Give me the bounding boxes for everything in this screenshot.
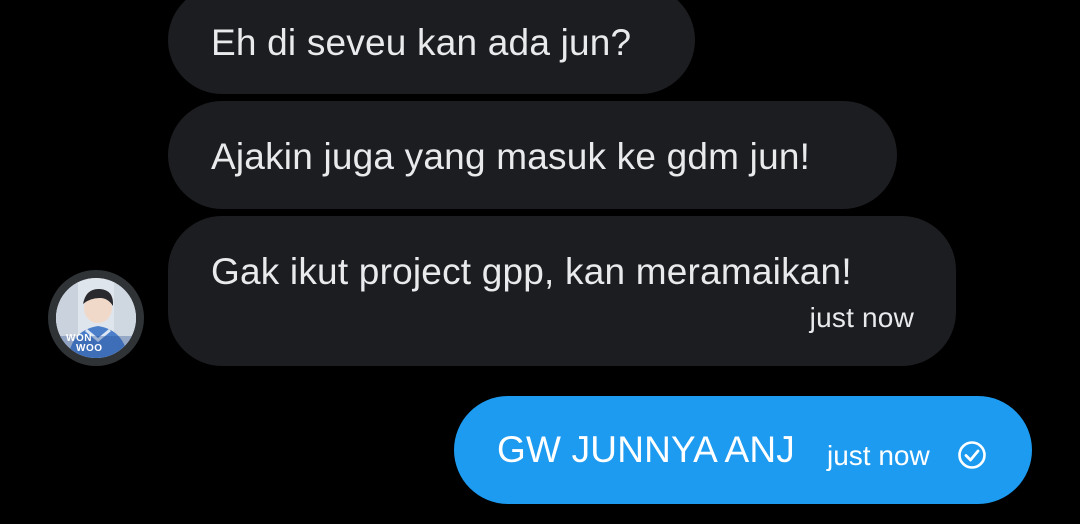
message-text: GW JUNNYA ANJ [497,429,795,470]
message-text: Ajakin juga yang masuk ke gdm jun! [211,136,811,177]
check-circle-icon [958,441,986,469]
message-text: Eh di seveu kan ada jun? [211,22,632,63]
received-message[interactable]: Gak ikut project gpp, kan meramaikan! ju… [168,216,956,366]
message-timestamp: just now [809,302,914,333]
message-text: Gak ikut project gpp, kan meramaikan! [211,251,852,292]
received-message[interactable]: Eh di seveu kan ada jun? [168,0,695,94]
dm-conversation: Eh di seveu kan ada jun? Ajakin juga yan… [0,0,1080,524]
sent-message[interactable]: GW JUNNYA ANJ just now [454,396,1032,504]
received-message[interactable]: Ajakin juga yang masuk ke gdm jun! [168,101,897,209]
avatar-image: WON WOO [56,278,136,358]
avatar-caption: WON WOO [66,333,103,354]
avatar[interactable]: WON WOO [48,270,144,366]
message-timestamp: just now [827,440,930,471]
